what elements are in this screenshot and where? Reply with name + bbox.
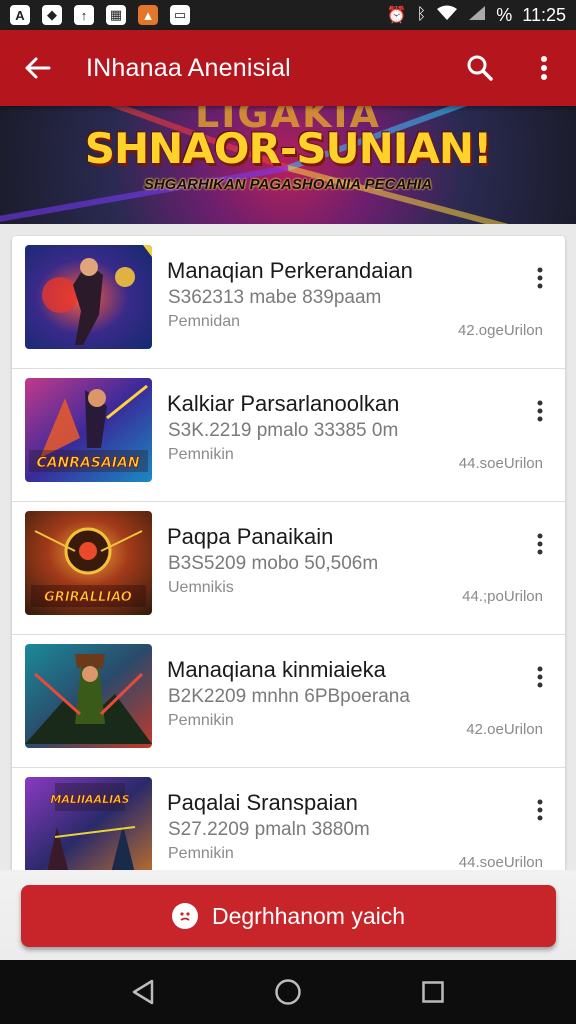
list-item[interactable]: GRIRALLIAO Paqpa Panaikain B3S5209 mobo … bbox=[12, 502, 565, 635]
nav-recents-button[interactable] bbox=[403, 962, 463, 1022]
app-upload-icon: ↑ bbox=[74, 5, 94, 25]
item-subtitle: B2K2209 mnhn 6PBpoerana bbox=[168, 686, 410, 707]
thumbnail-title: CANRASAIAN bbox=[36, 455, 139, 471]
item-subtitle: B3S5209 mobo 50,506m bbox=[168, 553, 379, 574]
nav-home-button[interactable] bbox=[258, 962, 318, 1022]
item-meta: 44.soeUrilon bbox=[458, 854, 543, 871]
item-meta: 44.soeUrilon bbox=[458, 455, 543, 472]
system-nav-bar bbox=[0, 960, 576, 1024]
thumbnail-title: MALIIAALIAS bbox=[50, 793, 129, 806]
item-more-button[interactable] bbox=[529, 260, 551, 296]
page-title: INhanaa Anenisial bbox=[86, 53, 291, 82]
item-thumbnail: MALIIAALIAS bbox=[25, 777, 152, 876]
item-author: Pemnikin bbox=[168, 712, 234, 729]
status-bar: A ◆ ↑ ▦ ▲ ▭ ⏰ ᛒ % 11:25 bbox=[0, 0, 576, 30]
nav-back-button[interactable] bbox=[113, 962, 173, 1022]
list-item[interactable]: Manaqian Perkerandaian S362313 mabe 839p… bbox=[12, 236, 565, 369]
more-vertical-icon bbox=[537, 267, 543, 289]
back-button[interactable] bbox=[0, 30, 74, 106]
search-icon bbox=[467, 55, 493, 81]
primary-action-label: Degrhhanom yaich bbox=[211, 902, 406, 929]
banner-ray bbox=[287, 165, 576, 224]
recents-square-icon bbox=[422, 981, 445, 1003]
item-thumbnail bbox=[25, 245, 152, 349]
app-photo-icon: ▲ bbox=[138, 5, 158, 25]
primary-action-button[interactable]: Degrhhanom yaich bbox=[21, 885, 556, 947]
item-author: Pemnikin bbox=[168, 845, 234, 862]
app-a-icon: A bbox=[10, 5, 30, 25]
status-system: ⏰ ᛒ % 11:25 bbox=[387, 5, 566, 26]
item-thumbnail: CANRASAIAN bbox=[25, 378, 152, 482]
sad-face-icon bbox=[171, 903, 198, 929]
banner-ray bbox=[0, 165, 289, 224]
more-vertical-icon bbox=[541, 56, 547, 80]
app-bar-actions bbox=[448, 30, 576, 106]
item-thumbnail bbox=[25, 644, 152, 748]
item-more-button[interactable] bbox=[529, 393, 551, 429]
item-more-button[interactable] bbox=[529, 659, 551, 695]
status-time: 11:25 bbox=[522, 4, 566, 25]
search-button[interactable] bbox=[448, 30, 512, 106]
more-vertical-icon bbox=[537, 799, 543, 821]
arrow-left-icon bbox=[25, 57, 51, 79]
item-meta: 44.;poUrilon bbox=[462, 588, 543, 605]
item-more-button[interactable] bbox=[529, 526, 551, 562]
bluetooth-icon: ᛒ bbox=[416, 6, 427, 23]
status-notifications: A ◆ ↑ ▦ ▲ ▭ bbox=[10, 5, 190, 25]
more-vertical-icon bbox=[537, 666, 543, 688]
app-mail-icon: ▭ bbox=[170, 5, 190, 25]
item-title: Kalkiar Parsarlanoolkan bbox=[167, 391, 400, 416]
app-bar: INhanaa Anenisial bbox=[0, 30, 576, 106]
item-meta: 42.oeUrilon bbox=[466, 721, 543, 738]
overflow-menu-button[interactable] bbox=[512, 30, 576, 106]
more-vertical-icon bbox=[537, 400, 543, 422]
item-author: Uemnikis bbox=[168, 579, 234, 596]
app-shield-icon: ◆ bbox=[42, 5, 62, 25]
item-title: Paqalai Sranspaian bbox=[167, 790, 358, 815]
item-title: Paqpa Panaikain bbox=[167, 524, 334, 549]
banner-title: SHNAOR-SUNIAN! bbox=[84, 124, 492, 173]
alarm-icon: ⏰ bbox=[386, 7, 407, 24]
battery-text: % bbox=[496, 4, 513, 25]
back-triangle-icon bbox=[132, 979, 153, 1005]
banner-subtitle: SHGARHIKAN PAGASHOANIA PECAHIA bbox=[143, 176, 433, 193]
hero-banner[interactable]: LIGAKIA SHNAOR-SUNIAN! SHGARHIKAN PAGASH… bbox=[0, 106, 576, 224]
item-author: Pemnidan bbox=[168, 313, 241, 330]
list-item[interactable]: MALIIAALIAS Paqalai Sranspaian S27.2209 … bbox=[12, 768, 565, 876]
item-more-button[interactable] bbox=[529, 792, 551, 828]
item-title: Manaqiana kinmiaieka bbox=[167, 657, 386, 682]
list-item[interactable]: CANRASAIAN Kalkiar Parsarlanoolkan S3K.2… bbox=[12, 369, 565, 502]
thumbnail-title: GRIRALLIAO bbox=[44, 590, 132, 605]
list-item[interactable]: Manaqiana kinmiaieka B2K2209 mnhn 6PBpoe… bbox=[12, 635, 565, 768]
item-author: Pemnikin bbox=[168, 446, 234, 463]
app-grid-icon: ▦ bbox=[106, 5, 126, 25]
item-subtitle: S3K.2219 pmalo 33385 0m bbox=[168, 420, 399, 441]
item-title: Manaqian Perkerandaian bbox=[167, 258, 413, 283]
item-subtitle: S362313 mabe 839paam bbox=[168, 287, 382, 308]
home-circle-icon bbox=[275, 979, 301, 1005]
more-vertical-icon bbox=[537, 533, 543, 555]
wifi-icon bbox=[436, 5, 458, 26]
content-list: Manaqian Perkerandaian S362313 mabe 839p… bbox=[12, 236, 565, 876]
item-meta: 42.ogeUrilon bbox=[457, 322, 543, 339]
item-thumbnail: GRIRALLIAO bbox=[25, 511, 152, 615]
item-subtitle: S27.2209 pmaln 3880m bbox=[168, 819, 370, 840]
signal-icon bbox=[468, 5, 486, 26]
